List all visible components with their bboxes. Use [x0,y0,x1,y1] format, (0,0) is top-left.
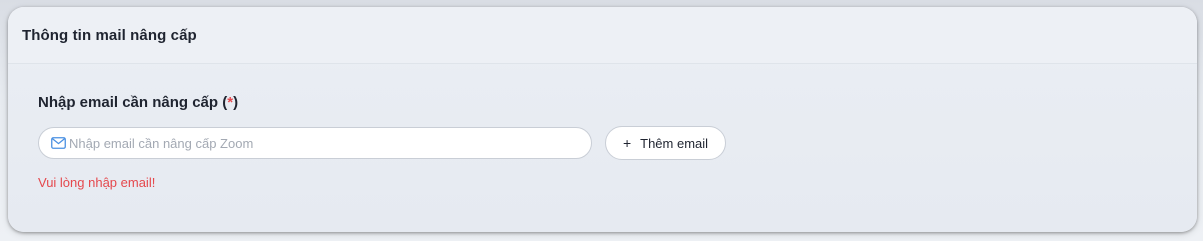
email-input-container[interactable] [38,127,592,159]
add-email-button[interactable]: + Thêm email [605,126,726,160]
email-input[interactable] [69,128,579,158]
email-error-message: Vui lòng nhập email! [38,175,156,190]
card-header: Thông tin mail nâng cấp [8,7,1197,64]
mail-icon [51,137,66,149]
section-title: Thông tin mail nâng cấp [22,27,197,44]
add-email-button-label: Thêm email [640,135,709,151]
required-close: ) [233,94,239,111]
email-field-label: Nhập email cần nâng cấp (*) [38,94,238,111]
mail-upgrade-card: Thông tin mail nâng cấp Nhập email cần n… [8,7,1197,232]
plus-icon: + [622,135,632,151]
email-field-label-text: Nhập email cần nâng cấp [38,94,219,111]
